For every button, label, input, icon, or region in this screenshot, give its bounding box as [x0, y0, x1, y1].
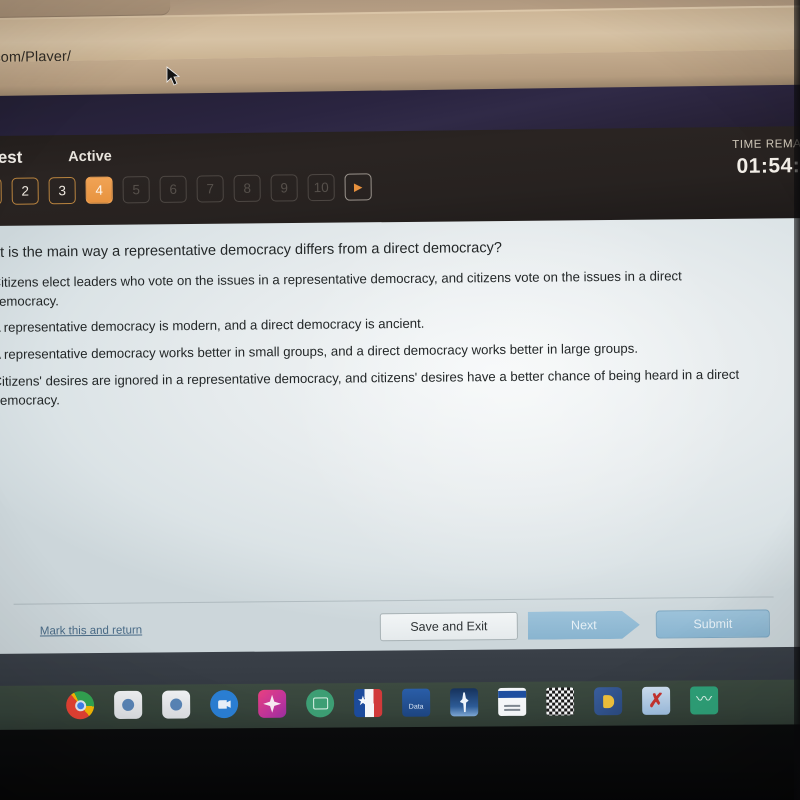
browser-chrome: cal vs Quantitative D ✕ y.com/Player/: [0, 0, 800, 100]
pearson-app-icon[interactable]: [498, 687, 527, 717]
question-pill-4[interactable]: 4: [85, 176, 113, 204]
x-app-icon[interactable]: ✗: [642, 686, 671, 715]
answer-option[interactable]: A representative democracy is modern, an…: [0, 312, 781, 339]
next-button[interactable]: Next: [528, 611, 640, 640]
qr-code-app-icon[interactable]: [546, 687, 575, 716]
question-pill-9[interactable]: 9: [270, 174, 298, 202]
question-pill-8[interactable]: 8: [233, 174, 261, 203]
laptop-bezel-right: [794, 0, 800, 800]
answer-option-label: A representative democracy works better …: [0, 340, 639, 363]
pink-star-app-icon[interactable]: [258, 689, 287, 718]
answer-option[interactable]: Citizens elect leaders who vote on the i…: [0, 266, 781, 311]
signature-app-icon[interactable]: 〰: [690, 686, 719, 715]
camera-alt-icon[interactable]: [162, 690, 191, 719]
next-question-arrow-icon[interactable]: ▶: [344, 173, 372, 201]
answer-option-label: A representative democracy is modern, an…: [0, 316, 425, 336]
browser-tab[interactable]: cal vs Quantitative D: [0, 0, 171, 19]
texas-flag-app-icon[interactable]: [354, 688, 383, 718]
question-pill-7[interactable]: 7: [196, 175, 224, 203]
camera-icon[interactable]: [114, 690, 143, 720]
answer-option-label: Citizens elect leaders who vote on the i…: [0, 268, 682, 309]
green-monitor-app-icon[interactable]: [306, 689, 335, 718]
question-pill-3[interactable]: 3: [48, 176, 76, 205]
test-header: t Test Active TIME REMAIN 01:54:2 123456…: [0, 126, 800, 228]
answer-option[interactable]: Citizens' desires are ignored in a repre…: [0, 365, 782, 410]
laptop-bezel-bottom: [0, 724, 800, 800]
answer-options-group[interactable]: Citizens elect leaders who vote on the i…: [0, 266, 782, 418]
test-title: t Test: [0, 147, 23, 168]
laptop-screen-photo: cal vs Quantitative D ✕ y.com/Player/ t …: [0, 0, 800, 800]
shelf-icon-list[interactable]: Data ✗ 〰: [66, 686, 719, 720]
question-pill-2[interactable]: 2: [11, 177, 39, 205]
time-remaining-value: 01:54:2: [736, 153, 800, 178]
question-pill-10[interactable]: 10: [307, 173, 335, 202]
question-card: What is the main way a representative de…: [0, 218, 800, 660]
save-and-exit-button[interactable]: Save and Exit: [379, 611, 518, 642]
mark-this-and-return-link[interactable]: Mark this and return: [40, 625, 142, 638]
question-pill-5[interactable]: 5: [122, 176, 150, 204]
video-call-icon[interactable]: [210, 690, 239, 719]
question-pill-6[interactable]: 6: [159, 175, 187, 203]
screenshot-root: cal vs Quantitative D ✕ y.com/Player/ t …: [0, 0, 800, 800]
question-prompt: What is the main way a representative de…: [0, 240, 502, 262]
dancer-app-icon[interactable]: [450, 688, 479, 717]
mouse-cursor-icon: [166, 66, 180, 86]
blue-data-app-icon[interactable]: Data: [402, 688, 431, 717]
question-pill-1[interactable]: 1: [0, 177, 2, 206]
submit-button[interactable]: Submit: [655, 609, 770, 639]
chrome-icon[interactable]: [66, 691, 95, 720]
test-status-badge: Active: [68, 148, 112, 166]
answer-option-label: Citizens' desires are ignored in a repre…: [0, 366, 740, 408]
time-remaining-label: TIME REMAIN: [732, 137, 800, 151]
question-navigator[interactable]: 123456789 10 ▶: [0, 173, 372, 206]
blue-folder-app-icon[interactable]: [594, 687, 623, 716]
answer-option[interactable]: A representative democracy works better …: [0, 339, 781, 366]
close-icon[interactable]: ✕: [176, 0, 187, 5]
footer-divider: [13, 596, 774, 605]
